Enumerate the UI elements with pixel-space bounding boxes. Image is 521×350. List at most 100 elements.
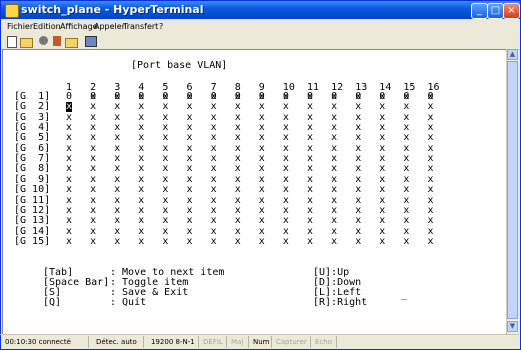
vlan-cell[interactable]: x <box>259 133 265 143</box>
vlan-cell[interactable]: x <box>379 195 385 206</box>
vlan-cell[interactable]: x <box>403 236 409 247</box>
vlan-cell[interactable]: x <box>138 195 144 206</box>
vlan-cell[interactable]: x <box>379 102 385 112</box>
vlan-cell[interactable]: x <box>428 102 434 112</box>
vlan-cell[interactable]: x <box>331 195 337 206</box>
vlan-cell[interactable]: x <box>138 164 144 174</box>
vlan-cell[interactable]: x <box>331 133 337 143</box>
vlan-cell[interactable]: x <box>66 216 72 226</box>
vlan-cell[interactable]: x <box>66 236 72 247</box>
vlan-cell[interactable]: x <box>162 102 168 112</box>
vlan-cell[interactable]: x <box>379 133 385 143</box>
vlan-cell[interactable]: x <box>211 133 217 143</box>
vlan-cell[interactable]: x <box>211 164 217 174</box>
vlan-cell[interactable]: x <box>90 164 96 174</box>
vlan-cell[interactable]: x <box>114 185 120 195</box>
menu-appeler[interactable]: Appeler <box>94 22 125 31</box>
vlan-cell[interactable]: x <box>235 236 241 247</box>
vlan-cell[interactable]: x <box>211 195 217 206</box>
vlan-cell[interactable]: x <box>114 102 120 112</box>
menu-edition[interactable]: Edition <box>33 22 61 31</box>
vlan-cell[interactable]: x <box>162 216 168 226</box>
minimize-icon[interactable]: _ <box>471 3 488 19</box>
vlan-cell[interactable]: x <box>307 216 313 226</box>
vlan-cell[interactable]: x <box>283 185 289 195</box>
vlan-cell[interactable]: x <box>187 216 193 226</box>
vlan-cell[interactable]: x <box>90 236 96 247</box>
vlan-cell[interactable]: x <box>307 133 313 143</box>
vlan-cell[interactable]: x <box>114 133 120 143</box>
vlan-cell[interactable]: x <box>379 185 385 195</box>
vlan-cell[interactable]: x <box>355 133 361 143</box>
vlan-cell[interactable]: x <box>403 195 409 206</box>
vlan-cell[interactable]: x <box>331 164 337 174</box>
vlan-cell[interactable]: x <box>235 216 241 226</box>
vlan-cell[interactable]: x <box>211 236 217 247</box>
vlan-cell[interactable]: x <box>428 133 434 143</box>
scroll-down-icon[interactable]: ▼ <box>507 321 518 332</box>
vlan-cell[interactable]: x <box>307 195 313 206</box>
vlan-cell[interactable]: x <box>235 102 241 112</box>
menu-transfert[interactable]: Transfert <box>123 22 158 31</box>
vlan-cell[interactable]: x <box>138 102 144 112</box>
send-file-icon[interactable] <box>65 38 78 48</box>
vlan-cell[interactable]: x <box>66 164 72 174</box>
vlan-cell[interactable]: x <box>331 216 337 226</box>
vlan-cell[interactable]: x <box>187 185 193 195</box>
vlan-cell[interactable]: x <box>283 236 289 247</box>
vlan-cell[interactable]: x <box>162 133 168 143</box>
vlan-cell[interactable]: x <box>187 102 193 112</box>
vlan-cell[interactable]: x <box>259 164 265 174</box>
vlan-cell[interactable]: x <box>187 195 193 206</box>
vlan-cell[interactable]: x <box>379 216 385 226</box>
vlan-cell[interactable]: x <box>403 133 409 143</box>
vlan-cell[interactable]: x <box>259 185 265 195</box>
vlan-cell[interactable]: x <box>259 216 265 226</box>
vlan-cell[interactable]: x <box>90 185 96 195</box>
vlan-cell[interactable]: x <box>355 195 361 206</box>
vlan-cell[interactable]: x <box>259 102 265 112</box>
vlan-cell[interactable]: x <box>428 185 434 195</box>
vlan-cell[interactable]: x <box>428 216 434 226</box>
vlan-cell[interactable]: x <box>283 102 289 112</box>
vlan-cell[interactable]: x <box>66 185 72 195</box>
vlan-cell[interactable]: x <box>162 164 168 174</box>
vlan-cell[interactable]: x <box>403 102 409 112</box>
vlan-cell[interactable]: x <box>235 164 241 174</box>
vlan-cell[interactable]: x <box>403 216 409 226</box>
vlan-cell[interactable]: x <box>283 133 289 143</box>
vlan-cell[interactable]: x <box>259 236 265 247</box>
vlan-cell[interactable]: x <box>138 216 144 226</box>
vlan-cell[interactable]: x <box>259 195 265 206</box>
vlan-cell[interactable]: x <box>211 216 217 226</box>
vlan-cell[interactable]: x <box>66 195 72 206</box>
scroll-up-icon[interactable]: ▲ <box>507 49 518 60</box>
vlan-cell[interactable]: x <box>162 185 168 195</box>
title-bar[interactable]: switch_plane - HyperTerminal _ □ × <box>1 1 520 19</box>
vlan-cell[interactable]: x <box>283 216 289 226</box>
vertical-scrollbar[interactable]: ▲ ▼ <box>506 49 518 333</box>
vlan-cell[interactable]: x <box>187 133 193 143</box>
vlan-cell[interactable]: x <box>187 164 193 174</box>
vlan-cell[interactable]: x <box>90 102 96 112</box>
properties-icon[interactable] <box>85 36 97 47</box>
vlan-cell[interactable]: x <box>307 164 313 174</box>
vlan-cell[interactable]: x <box>355 185 361 195</box>
vlan-cell[interactable]: x <box>90 195 96 206</box>
vlan-cell[interactable]: x <box>307 102 313 112</box>
menu-affichage[interactable]: Affichage <box>60 22 98 31</box>
vlan-cell[interactable]: x <box>307 185 313 195</box>
vlan-cell[interactable]: x <box>114 195 120 206</box>
vlan-cell[interactable]: x <box>211 102 217 112</box>
vlan-cell[interactable]: x <box>114 164 120 174</box>
vlan-cell[interactable]: x <box>66 102 73 113</box>
maximize-icon[interactable]: □ <box>487 3 504 19</box>
vlan-cell[interactable]: x <box>90 133 96 143</box>
terminal-frame[interactable]: [Port base VLAN] 1 2 3 4 5 6 7 8 9 10 11 12 13 14 15 16… <box>2 49 507 335</box>
vlan-cell[interactable]: x <box>114 236 120 247</box>
vlan-cell[interactable]: x <box>403 164 409 174</box>
vlan-cell[interactable]: x <box>355 102 361 112</box>
vlan-cell[interactable]: x <box>283 164 289 174</box>
vlan-cell[interactable]: x <box>211 185 217 195</box>
vlan-cell[interactable]: x <box>187 236 193 247</box>
